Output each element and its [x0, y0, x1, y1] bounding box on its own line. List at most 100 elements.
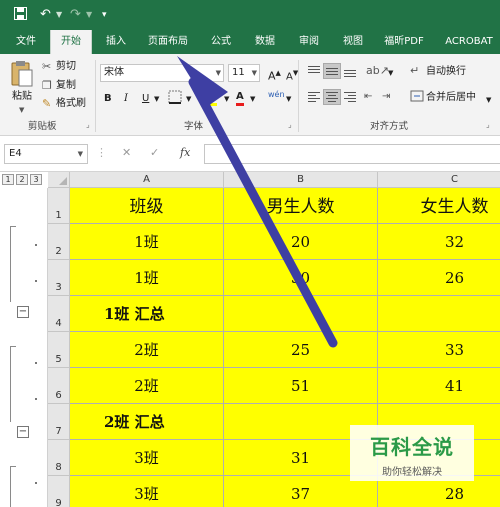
row-header[interactable]: 4 [48, 296, 70, 332]
cell-a1[interactable]: 班级 [70, 188, 224, 224]
font-launcher-icon[interactable]: ⌟ [288, 120, 292, 129]
row-header[interactable]: 3 [48, 260, 70, 296]
copy-button[interactable]: 复制 [56, 79, 76, 93]
wrap-text-button[interactable]: 自动换行 [426, 65, 466, 79]
cancel-icon[interactable]: ✕ [122, 146, 131, 160]
align-middle-icon[interactable] [323, 63, 341, 79]
bold-button[interactable]: B [104, 92, 112, 106]
orientation-icon[interactable]: ab↗ [366, 64, 389, 78]
phonetic-dropdown-icon[interactable]: ▼ [286, 92, 291, 106]
format-painter-button[interactable]: 格式刷 [56, 97, 86, 111]
column-header-a[interactable]: A [70, 172, 224, 188]
fill-color-icon[interactable] [202, 90, 218, 111]
wrap-text-icon[interactable]: ↵ [410, 64, 419, 78]
phonetic-button[interactable]: wén [268, 88, 285, 102]
font-size-select[interactable]: 11 ▼ [228, 64, 260, 82]
row-header[interactable]: 9 [48, 476, 70, 507]
align-bottom-icon[interactable] [342, 64, 358, 78]
cell-b6[interactable]: 51 [224, 368, 378, 404]
orientation-dropdown-icon[interactable]: ▼ [388, 66, 393, 80]
tab-acrobat[interactable]: ACROBAT [438, 30, 500, 54]
outline-level-1[interactable]: 1 [2, 174, 14, 185]
cut-button[interactable]: 剪切 [56, 60, 76, 74]
paste-dropdown-icon[interactable]: ▼ [19, 103, 24, 117]
merge-center-icon[interactable] [410, 89, 424, 108]
formula-input[interactable] [204, 144, 500, 164]
row-header[interactable]: 7 [48, 404, 70, 440]
cell-b2[interactable]: 20 [224, 224, 378, 260]
redo-icon[interactable]: ↷ [70, 7, 81, 23]
cell-a2[interactable]: 1班 [70, 224, 224, 260]
font-color-dropdown-icon[interactable]: ▼ [250, 92, 255, 106]
clipboard-launcher-icon[interactable]: ⌟ [86, 120, 90, 129]
redo-dropdown-icon[interactable]: ▼ [86, 7, 92, 23]
font-name-select[interactable]: 宋体 ▼ [100, 64, 224, 82]
cell-a9[interactable]: 3班 [70, 476, 224, 507]
cell-c1[interactable]: 女生人数 [378, 188, 500, 224]
column-header-c[interactable]: C [378, 172, 500, 188]
collapse-group-1-button[interactable]: − [17, 306, 29, 318]
italic-button[interactable]: I [124, 92, 128, 106]
cell-a6[interactable]: 2班 [70, 368, 224, 404]
row-header[interactable]: 1 [48, 188, 70, 224]
row-header[interactable]: 2 [48, 224, 70, 260]
align-right-icon[interactable] [342, 90, 358, 104]
outline-level-2[interactable]: 2 [16, 174, 28, 185]
font-color-button[interactable]: A [236, 90, 244, 106]
cell-b3[interactable]: 30 [224, 260, 378, 296]
enter-icon[interactable]: ✓ [150, 146, 159, 160]
align-top-icon[interactable] [306, 64, 322, 78]
cell-b5[interactable]: 25 [224, 332, 378, 368]
customize-toolbar-icon[interactable]: ▾ [102, 7, 107, 23]
underline-dropdown-icon[interactable]: ▼ [154, 92, 159, 106]
border-dropdown-icon[interactable]: ▼ [186, 92, 191, 106]
align-left-icon[interactable] [306, 90, 322, 104]
cell-c4[interactable] [378, 296, 500, 332]
border-icon[interactable] [168, 90, 182, 109]
column-header-b[interactable]: B [224, 172, 378, 188]
tab-review[interactable]: 审阅 [290, 30, 328, 54]
shrink-font-icon[interactable]: A▼ [286, 66, 298, 84]
tab-data[interactable]: 数据 [246, 30, 284, 54]
row-header[interactable]: 8 [48, 440, 70, 476]
tab-home[interactable]: 开始 [50, 30, 92, 54]
cell-a7[interactable]: 2班 汇总 [70, 404, 224, 440]
grow-font-icon[interactable]: A▲ [268, 66, 281, 84]
merge-dropdown-icon[interactable]: ▼ [486, 93, 491, 107]
cell-c2[interactable]: 32 [378, 224, 500, 260]
align-center-icon[interactable] [323, 89, 341, 105]
cell-c6[interactable]: 41 [378, 368, 500, 404]
increase-indent-icon[interactable]: ⇥ [382, 90, 390, 104]
decrease-indent-icon[interactable]: ⇤ [364, 90, 372, 104]
tab-view[interactable]: 视图 [334, 30, 372, 54]
tab-page-layout[interactable]: 页面布局 [140, 30, 196, 54]
underline-button[interactable]: U [142, 92, 149, 106]
cell-b1[interactable]: 男生人数 [224, 188, 378, 224]
merge-center-button[interactable]: 合并后居中 [426, 91, 476, 105]
cell-b4[interactable] [224, 296, 378, 332]
cell-c5[interactable]: 33 [378, 332, 500, 368]
alignment-launcher-icon[interactable]: ⌟ [486, 120, 490, 129]
paste-button[interactable]: 粘贴 [12, 90, 32, 104]
cell-a3[interactable]: 1班 [70, 260, 224, 296]
select-all-button[interactable] [48, 172, 70, 188]
undo-dropdown-icon[interactable]: ▼ [56, 7, 62, 23]
tab-foxit-pdf[interactable]: 福昕PDF [376, 30, 432, 54]
save-icon[interactable] [14, 7, 27, 25]
insert-function-icon[interactable]: fx [180, 146, 190, 160]
cell-a4[interactable]: 1班 汇总 [70, 296, 224, 332]
cell-a8[interactable]: 3班 [70, 440, 224, 476]
row-header[interactable]: 6 [48, 368, 70, 404]
tab-formulas[interactable]: 公式 [202, 30, 240, 54]
tab-file[interactable]: 文件 [6, 30, 46, 54]
undo-icon[interactable]: ↶ [40, 7, 51, 23]
name-box[interactable]: E4 ▼ [4, 144, 88, 164]
row-header[interactable]: 5 [48, 332, 70, 368]
collapse-group-2-button[interactable]: − [17, 426, 29, 438]
outline-level-3[interactable]: 3 [30, 174, 42, 185]
cell-c3[interactable]: 26 [378, 260, 500, 296]
paste-icon[interactable] [10, 60, 34, 88]
cell-a5[interactable]: 2班 [70, 332, 224, 368]
fill-dropdown-icon[interactable]: ▼ [224, 92, 229, 106]
tab-insert[interactable]: 插入 [96, 30, 136, 54]
